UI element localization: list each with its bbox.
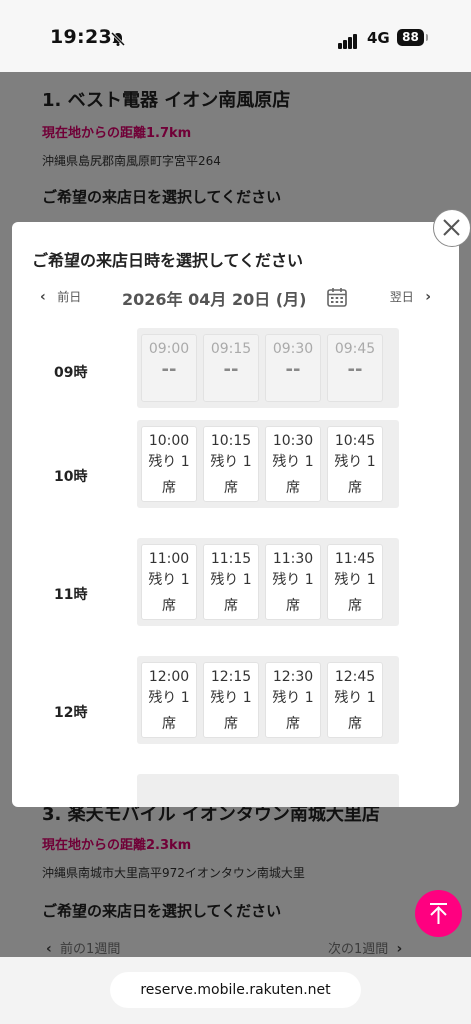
hour-label: 10時 — [54, 469, 88, 485]
slot-time: 09:45 — [334, 341, 376, 357]
slot-seat: 席 — [224, 598, 238, 614]
time-slot: 09:00 -- — [141, 334, 197, 402]
slot-time: 12:30 — [272, 669, 314, 685]
date-navigation: ‹ 前日 2026年 04月 20日 (月) 翌日 › — [12, 284, 459, 314]
slot-seat: 席 — [286, 480, 300, 496]
time-slot[interactable]: 10:30 残り 1 席 — [265, 426, 321, 502]
time-slot: 09:30 -- — [265, 334, 321, 402]
slot-time: 11:30 — [272, 551, 314, 567]
slot-group: 10:00 残り 1 席 10:15 残り 1 席 10:30 残り 1 席 10:45 残り… — [137, 420, 399, 508]
slot-status: -- — [347, 359, 363, 380]
calendar-icon[interactable] — [326, 286, 348, 308]
slot-seat: 席 — [224, 716, 238, 732]
slot-status: -- — [285, 359, 301, 380]
time-slot[interactable]: 11:30 残り 1 席 — [265, 544, 321, 620]
battery-icon: 88 — [397, 29, 424, 46]
scroll-top-button[interactable] — [415, 890, 462, 937]
slot-seat: 席 — [348, 716, 362, 732]
bell-muted-icon — [110, 31, 126, 47]
slot-time: 10:00 — [148, 433, 190, 449]
arrow-up-icon — [430, 903, 447, 924]
slot-seat: 席 — [162, 480, 176, 496]
browser-url-bar: reserve.mobile.rakuten.net — [0, 957, 471, 1024]
slot-remaining: 残り 1 — [210, 690, 252, 706]
slot-group — [137, 774, 399, 807]
next-day-button[interactable]: 翌日 › — [390, 288, 431, 305]
slot-time: 09:15 — [210, 341, 252, 357]
slot-seat: 席 — [348, 598, 362, 614]
time-slot[interactable]: 10:45 残り 1 席 — [327, 426, 383, 502]
slot-time: 11:45 — [334, 551, 376, 567]
time-slot[interactable]: 11:15 残り 1 席 — [203, 544, 259, 620]
slot-time: 12:00 — [148, 669, 190, 685]
time-slot[interactable]: 12:30 残り 1 席 — [265, 662, 321, 738]
chevron-left-icon: ‹ — [40, 289, 46, 305]
prev-day-label: 前日 — [57, 290, 82, 304]
hour-label: 11時 — [54, 587, 88, 603]
slot-remaining: 残り 1 — [272, 454, 314, 470]
slot-remaining: 残り 1 — [210, 454, 252, 470]
time-slot[interactable]: 11:00 残り 1 席 — [141, 544, 197, 620]
slot-remaining: 残り 1 — [272, 690, 314, 706]
time-slot[interactable]: 10:15 残り 1 席 — [203, 426, 259, 502]
slot-remaining: 残り 1 — [334, 572, 376, 588]
chevron-right-icon: › — [425, 289, 431, 305]
battery-tip — [426, 34, 428, 41]
slot-time: 11:00 — [148, 551, 190, 567]
slot-time: 12:45 — [334, 669, 376, 685]
slot-remaining: 残り 1 — [334, 690, 376, 706]
slot-group: 12:00 残り 1 席 12:15 残り 1 席 12:30 残り 1 席 12:45 残り… — [137, 656, 399, 744]
next-day-label: 翌日 — [389, 290, 414, 304]
hour-label: 09時 — [54, 365, 88, 381]
slot-group: 09:00 -- 09:15 -- 09:30 -- 09:45 -- — [137, 328, 399, 408]
close-modal-button[interactable] — [433, 209, 471, 247]
close-icon — [443, 219, 460, 236]
slot-remaining: 残り 1 — [148, 454, 190, 470]
slot-status: -- — [223, 359, 239, 380]
slot-seat: 席 — [348, 480, 362, 496]
time-slot[interactable]: 12:00 残り 1 席 — [141, 662, 197, 738]
time-slot[interactable]: 12:45 残り 1 席 — [327, 662, 383, 738]
slot-time: 10:15 — [210, 433, 252, 449]
slot-time: 12:15 — [210, 669, 252, 685]
time-slot[interactable]: 12:15 残り 1 席 — [203, 662, 259, 738]
status-time: 19:23 — [50, 26, 112, 48]
slot-time: 11:15 — [210, 551, 252, 567]
slot-time: 09:00 — [148, 341, 190, 357]
slot-status: -- — [161, 359, 177, 380]
signal-icon — [338, 30, 358, 49]
slot-seat: 席 — [286, 716, 300, 732]
slot-remaining: 残り 1 — [210, 572, 252, 588]
time-slot: 09:15 -- — [203, 334, 259, 402]
slot-seat: 席 — [224, 480, 238, 496]
time-slot-list[interactable]: 09時 09:00 -- 09:15 -- 09:30 -- 09:45 -- 10時 … — [12, 326, 459, 807]
prev-day-button[interactable]: ‹ 前日 — [40, 288, 81, 305]
hour-label: 12時 — [54, 705, 88, 721]
slot-seat: 席 — [162, 716, 176, 732]
status-bar: 19:23 4G 88 — [0, 0, 471, 72]
url-field[interactable]: reserve.mobile.rakuten.net — [110, 972, 361, 1008]
slot-time: 10:45 — [334, 433, 376, 449]
current-date: 2026年 04月 20日 (月) — [122, 290, 307, 309]
slot-seat: 席 — [286, 598, 300, 614]
slot-remaining: 残り 1 — [148, 572, 190, 588]
network-type: 4G — [367, 29, 390, 47]
slot-group: 11:00 残り 1 席 11:15 残り 1 席 11:30 残り 1 席 11:45 残り… — [137, 538, 399, 626]
time-slot[interactable]: 11:45 残り 1 席 — [327, 544, 383, 620]
modal-title: ご希望の来店日時を選択してください — [32, 251, 304, 270]
slot-remaining: 残り 1 — [272, 572, 314, 588]
slot-time: 10:30 — [272, 433, 314, 449]
slot-seat: 席 — [162, 598, 176, 614]
time-slot[interactable]: 10:00 残り 1 席 — [141, 426, 197, 502]
slot-remaining: 残り 1 — [334, 454, 376, 470]
slot-time: 09:30 — [272, 341, 314, 357]
time-slot: 09:45 -- — [327, 334, 383, 402]
slot-remaining: 残り 1 — [148, 690, 190, 706]
datetime-modal: ご希望の来店日時を選択してください ‹ 前日 2026年 04月 20日 (月)… — [12, 222, 459, 807]
